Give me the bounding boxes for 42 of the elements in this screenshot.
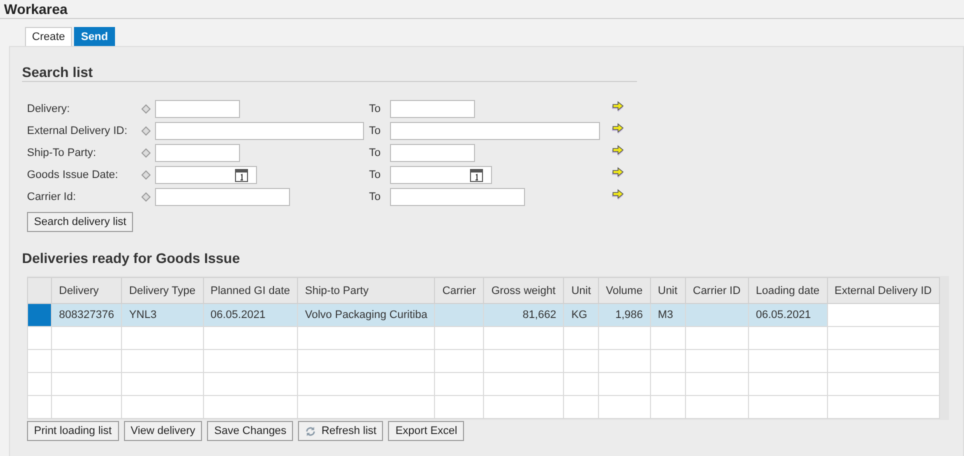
toolbar-button[interactable]: View delivery [124,421,202,441]
table-cell: 1,986 [598,304,650,326]
column-header[interactable]: External Delivery ID [827,278,940,304]
section-heading: Deliveries ready for Goods Issue [22,250,241,267]
field-label: Delivery: [27,103,71,115]
column-header[interactable]: Unit [650,278,686,304]
column-header[interactable]: Delivery [52,278,122,304]
field-label: Carrier Id: [27,191,77,203]
toolbar-button[interactable]: Save Changes [207,421,294,441]
column-header[interactable]: Gross weight [484,278,564,304]
window-title: Workarea [0,0,964,19]
table-cell: 06.05.2021 [748,304,827,326]
section-heading: Search list [22,64,637,82]
table-cell: 81,662 [484,304,564,326]
field-label: External Delivery ID: [27,125,128,137]
column-header[interactable]: Planned GI date [203,278,298,304]
tab[interactable]: Send [74,27,115,46]
search-button[interactable]: Search delivery list [27,212,134,232]
table-cell: YNL3 [122,304,203,326]
column-header[interactable]: Ship-to Party [298,278,435,304]
field-label: To [369,103,382,115]
table-cell: Volvo Packaging Curitiba [298,304,435,326]
table-cell: 808327376 [52,304,122,326]
table-cell: 06.05.2021 [203,304,298,326]
column-header[interactable]: Volume [598,278,650,304]
column-header[interactable]: Carrier [434,278,484,304]
field-label: To [369,191,382,203]
field-label: To [369,147,382,159]
toolbar-button[interactable]: Refresh list [298,421,384,441]
table-cell: KG [564,304,598,326]
column-header[interactable]: Loading date [748,278,827,304]
column-header[interactable]: Delivery Type [122,278,203,304]
tab[interactable]: Create [25,27,72,46]
toolbar-button[interactable]: Print loading list [27,421,119,441]
field-label: Goods Issue Date: [27,169,120,181]
column-header[interactable]: Carrier ID [685,278,748,304]
column-header[interactable]: Unit [564,278,598,304]
field-label: Ship-To Party: [27,147,98,159]
field-label: To [369,169,382,181]
table-cell: M3 [650,304,686,326]
field-label: To [369,125,382,137]
toolbar-button[interactable]: Export Excel [388,421,464,441]
